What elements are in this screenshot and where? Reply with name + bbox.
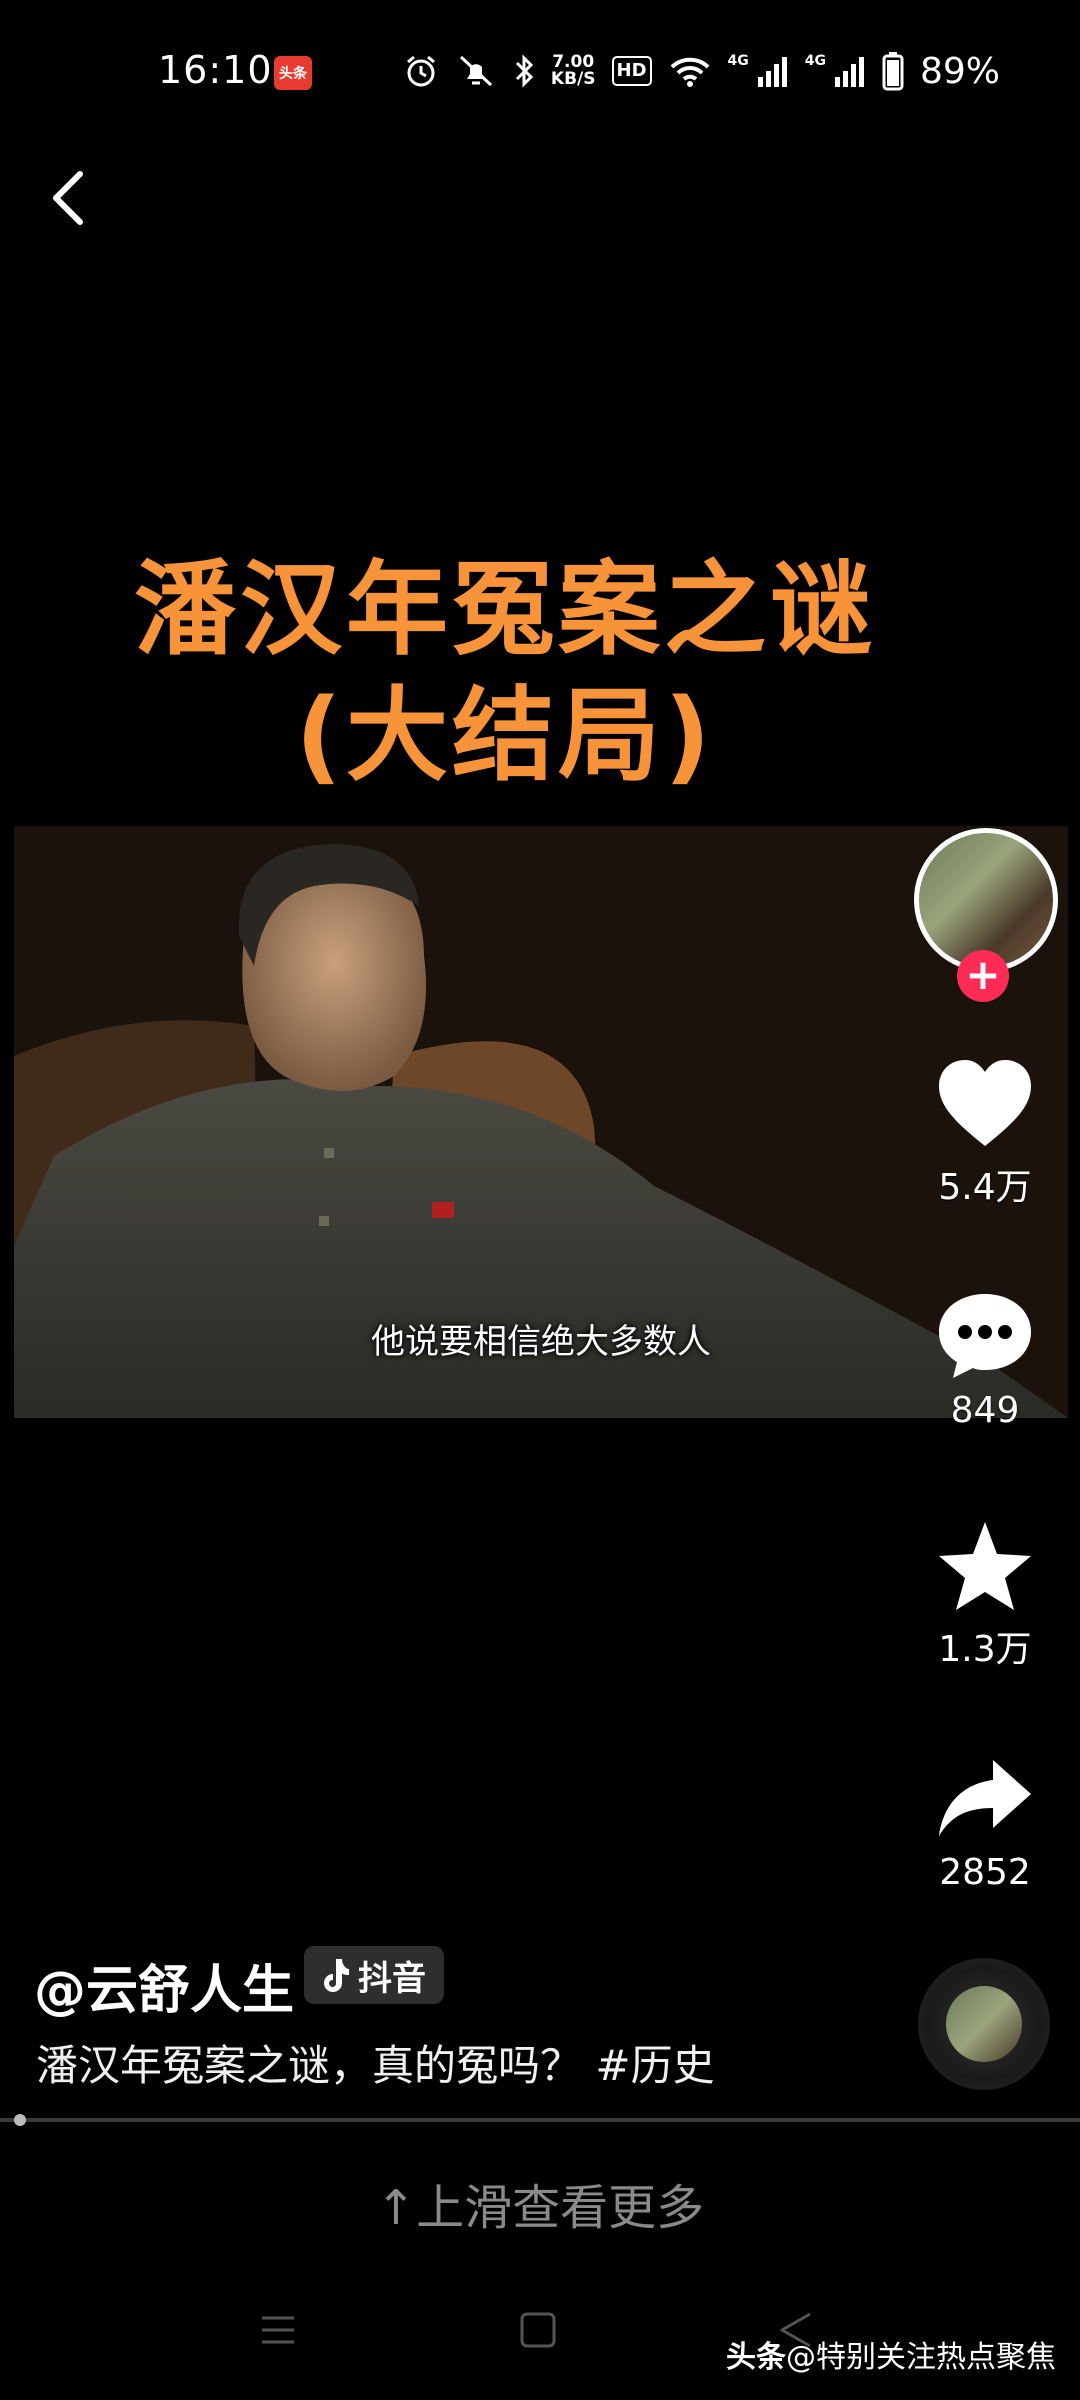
- like-button[interactable]: 5.4万: [900, 1058, 1070, 1210]
- wifi-icon: [670, 57, 709, 87]
- author-name[interactable]: @云舒人生: [34, 1948, 294, 2023]
- signal-icon: [757, 57, 787, 87]
- comment-count: 849: [950, 1390, 1020, 1431]
- comment-icon: [939, 1294, 1031, 1378]
- status-time: 16:10: [158, 48, 273, 92]
- status-icons: 7.00 KB/S HD 4G 4G 89%: [403, 48, 1000, 94]
- alarm-icon: [406, 55, 435, 87]
- status-bar: 16:10 头条 7.00 KB/S HD 4G 4G 89%: [0, 0, 1080, 140]
- share-arrow-icon: [939, 1760, 1031, 1836]
- home-square-icon: [520, 2312, 556, 2348]
- battery-icon: [882, 52, 904, 91]
- source-tag[interactable]: 抖音: [304, 1946, 444, 2004]
- video-caption: 潘汉年冤案之谜，真的冤吗？ #历史: [36, 2032, 715, 2093]
- video-title-line1: 潘汉年冤案之谜: [134, 551, 876, 670]
- video-title-line2: (大结局): [295, 677, 715, 796]
- comment-button[interactable]: 849: [900, 1290, 1070, 1431]
- heart-icon: [939, 1060, 1031, 1146]
- favorite-count: 1.3万: [938, 1629, 1032, 1670]
- share-count: 2852: [939, 1852, 1031, 1893]
- music-cover-art: [946, 1986, 1022, 2062]
- favorite-button[interactable]: 1.3万: [900, 1520, 1070, 1672]
- watermark: 头条@特别关注热点聚焦: [726, 2332, 1056, 2376]
- follow-button[interactable]: +: [957, 950, 1009, 1002]
- swipe-up-hint[interactable]: ↑上滑查看更多: [0, 2168, 1080, 2238]
- star-icon: [939, 1522, 1031, 1610]
- battery-percent: 89%: [919, 50, 1000, 92]
- net-speed: 7.00 KB/S: [551, 54, 596, 88]
- music-disc[interactable]: [918, 1958, 1050, 2090]
- network-type-2: 4G: [804, 53, 826, 69]
- bluetooth-icon: [515, 54, 534, 88]
- menu-icon: [262, 2316, 294, 2344]
- hashtag-link[interactable]: #历史: [595, 2041, 714, 2090]
- hd-voice-badge: HD: [611, 56, 652, 86]
- video-title: 潘汉年冤案之谜 (大结局): [0, 548, 1010, 800]
- home-nav-button[interactable]: [518, 2310, 558, 2354]
- signal-icon-2: [834, 57, 864, 87]
- back-button[interactable]: [42, 160, 98, 240]
- video-progress-bar[interactable]: [0, 2118, 1080, 2122]
- mute-icon: [459, 55, 492, 87]
- network-type-1: 4G: [727, 53, 749, 69]
- share-button[interactable]: 2852: [900, 1752, 1070, 1893]
- chevron-left-icon: [53, 171, 83, 225]
- video-progress-knob[interactable]: [14, 2114, 26, 2126]
- menu-nav-button[interactable]: [258, 2310, 298, 2354]
- watermark-account: @特别关注热点聚焦: [786, 2340, 1056, 2375]
- douyin-logo-icon: [324, 1959, 349, 1992]
- toutiao-app-badge: 头条: [274, 56, 312, 90]
- caption-text: 潘汉年冤案之谜，真的冤吗？: [36, 2041, 583, 2090]
- like-count: 5.4万: [938, 1167, 1032, 1208]
- source-tag-label: 抖音: [358, 1958, 426, 1999]
- net-speed-unit: KB/S: [550, 69, 596, 89]
- watermark-brand: 头条: [726, 2340, 786, 2375]
